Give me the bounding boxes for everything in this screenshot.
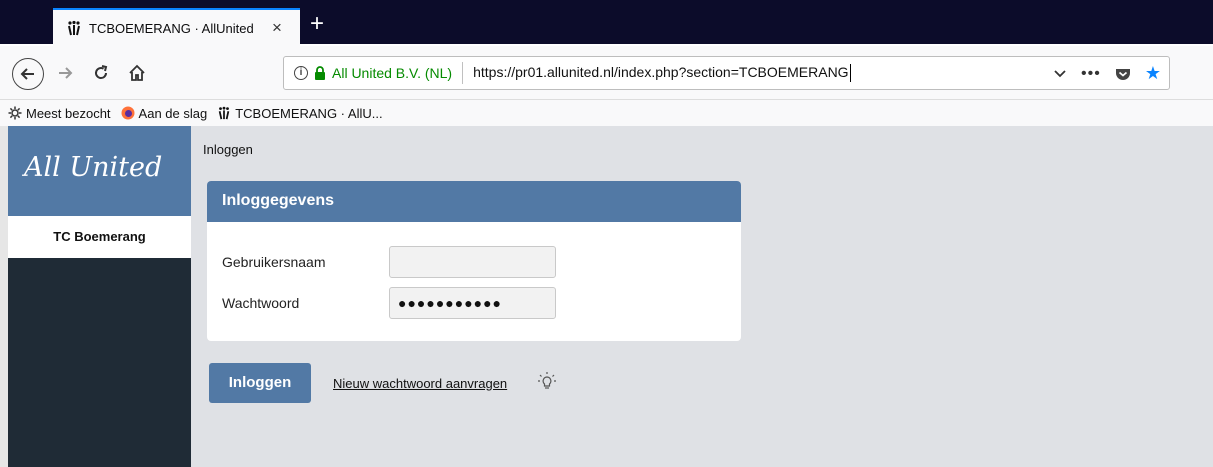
url-input[interactable]: https://pr01.allunited.nl/index.php?sect… [473, 63, 851, 83]
bookmarks-toolbar: Meest bezocht Aan de slag TCBOEMERANG · … [0, 100, 1213, 126]
divider [462, 62, 464, 84]
bookmark-label: TCBOEMERANG · AllU... [235, 105, 383, 121]
tab-title: TCBOEMERANG · AllUnited [89, 20, 254, 36]
info-icon[interactable]: i [294, 66, 308, 80]
text-caret [849, 64, 851, 83]
bookmark-label: Meest bezocht [26, 105, 111, 121]
username-input[interactable] [389, 246, 556, 278]
login-button[interactable]: Inloggen [209, 363, 311, 403]
address-bar[interactable]: i All United B.V. (NL) https://pr01.allu… [283, 56, 1170, 90]
arrow-left-icon [20, 68, 34, 80]
allunited-logo: All United [24, 152, 163, 183]
url-text: https://pr01.allunited.nl/index.php?sect… [473, 63, 849, 80]
home-icon [129, 64, 145, 81]
site-identity[interactable]: All United B.V. (NL) [332, 65, 452, 81]
page-content: All United TC Boemerang Inloggen Inlogge… [0, 126, 1213, 467]
lock-icon [314, 66, 326, 80]
sidebar-item-organization[interactable]: TC Boemerang [8, 216, 191, 258]
username-label: Gebruikersnaam [222, 254, 326, 270]
home-button[interactable] [124, 60, 150, 86]
bookmark-most-visited[interactable]: Meest bezocht [8, 106, 111, 121]
more-actions-icon[interactable]: ••• [1081, 65, 1101, 83]
password-row: Wachtwoord ●●●●●●●●●●● [222, 287, 556, 319]
username-row: Gebruikersnaam [222, 246, 556, 278]
sidebar: All United TC Boemerang [8, 126, 191, 467]
breadcrumb: Inloggen [203, 142, 253, 157]
window-edge [0, 126, 8, 467]
panel-title: Inloggegevens [207, 181, 741, 222]
tab-strip: TCBOEMERANG · AllUnited × + [0, 0, 1213, 46]
bookmark-getting-started[interactable]: Aan de slag [121, 105, 208, 121]
forward-button[interactable] [52, 60, 78, 86]
bookmark-star-icon[interactable]: ★ [1145, 63, 1161, 84]
lightbulb-icon[interactable] [537, 371, 557, 393]
url-actions: ••• ★ [1053, 63, 1161, 84]
gear-icon [8, 106, 22, 120]
reset-password-link[interactable]: Nieuw wachtwoord aanvragen [333, 376, 507, 391]
bookmark-label: Aan de slag [138, 105, 208, 121]
password-label: Wachtwoord [222, 295, 300, 311]
password-input[interactable]: ●●●●●●●●●●● [389, 287, 556, 319]
reload-button[interactable] [88, 60, 114, 86]
logo-area[interactable]: All United [8, 126, 191, 216]
close-tab-icon[interactable]: × [266, 17, 288, 39]
chevron-down-icon[interactable] [1053, 66, 1067, 82]
new-tab-button[interactable]: + [304, 12, 330, 38]
browser-tab[interactable]: TCBOEMERANG · AllUnited × [53, 8, 300, 46]
firefox-icon [121, 106, 135, 120]
pocket-icon[interactable] [1115, 66, 1131, 82]
allunited-favicon-icon [217, 106, 231, 120]
back-button[interactable] [12, 58, 44, 90]
allunited-favicon-icon [65, 19, 83, 37]
arrow-right-icon [59, 67, 73, 79]
login-panel: Inloggegevens Gebruikersnaam Wachtwoord … [207, 181, 741, 341]
reload-icon [95, 65, 108, 79]
bookmark-tcboemerang[interactable]: TCBOEMERANG · AllU... [217, 105, 383, 121]
navigation-toolbar: i All United B.V. (NL) https://pr01.allu… [0, 46, 1213, 100]
